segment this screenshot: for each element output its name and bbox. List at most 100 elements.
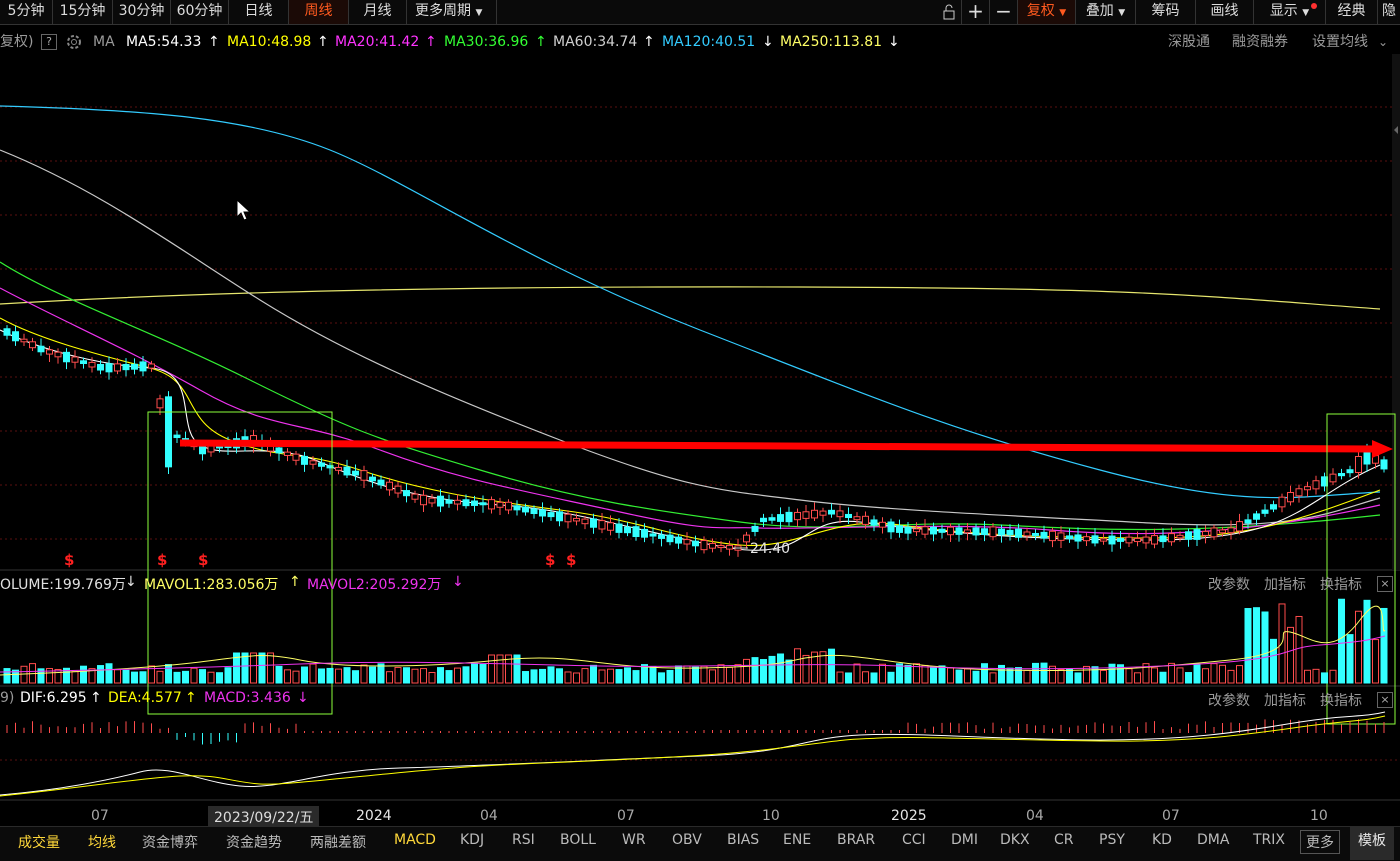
tab-cci[interactable]: CCI: [902, 832, 926, 848]
volume-bar: [309, 663, 317, 684]
period-15min[interactable]: 15分钟: [53, 0, 113, 24]
tab-dkx[interactable]: DKX: [1000, 832, 1030, 848]
tab-psy[interactable]: PSY: [1099, 832, 1125, 848]
candle: [1278, 496, 1286, 508]
volume-bar: [369, 666, 376, 684]
volume-bar: [1023, 669, 1031, 684]
period-30min[interactable]: 30分钟: [113, 0, 171, 24]
display-dropdown[interactable]: 显示 ▼: [1254, 0, 1326, 24]
tab-rsi[interactable]: RSI: [512, 832, 535, 848]
candle: [1304, 486, 1311, 491]
tab-more[interactable]: 更多: [1300, 830, 1340, 854]
candle: [29, 341, 36, 349]
tab-trix[interactable]: TRIX: [1253, 832, 1285, 848]
candle: [1151, 535, 1158, 545]
dif-line: [0, 711, 1386, 796]
tab-wr[interactable]: WR: [622, 832, 646, 848]
zoom-out-icon[interactable]: −: [990, 0, 1018, 24]
candle: [301, 455, 308, 465]
candle: [63, 351, 70, 363]
tab-template[interactable]: 模板: [1350, 827, 1394, 860]
candle: [292, 453, 300, 461]
volume-switch-indicator[interactable]: 换指标: [1320, 574, 1362, 594]
tab-kdj[interactable]: KDJ: [460, 832, 484, 848]
tab-ma[interactable]: 均线: [88, 832, 116, 852]
period-monthly[interactable]: 月线: [349, 0, 407, 24]
candle: [148, 363, 155, 369]
ma10-arrow: ↑: [317, 34, 329, 50]
candle: [913, 528, 920, 533]
s-marker: $: [566, 551, 576, 569]
candle: [1074, 534, 1082, 542]
candle: [675, 536, 682, 544]
volume-bar: [258, 652, 266, 684]
link-set-ma[interactable]: 设置均线: [1312, 30, 1368, 54]
candle: [199, 445, 206, 455]
volume-bar: [794, 648, 801, 684]
tab-boll[interactable]: BOLL: [560, 832, 596, 848]
volume-bar: [666, 669, 674, 684]
volume-bar: [853, 663, 861, 684]
volume-bar: [250, 652, 257, 684]
candle: [836, 510, 844, 518]
candle: [1108, 535, 1116, 545]
tab-kd[interactable]: KD: [1152, 832, 1172, 848]
stock-chart[interactable]: $ $ $ $ $ 24.40: [0, 54, 1400, 826]
candle: [37, 345, 45, 353]
link-margin-trading[interactable]: 融资融券: [1232, 30, 1288, 54]
tab-macd[interactable]: MACD: [394, 832, 436, 848]
help-icon[interactable]: ?: [41, 34, 57, 50]
dea-line: [0, 715, 1386, 797]
candle: [20, 338, 28, 343]
close-icon[interactable]: ×: [1377, 692, 1393, 708]
volume-bar: [692, 666, 699, 684]
tab-volume[interactable]: 成交量: [18, 832, 60, 852]
link-hk-connect[interactable]: 深股通: [1168, 30, 1210, 54]
period-5min[interactable]: 5分钟: [0, 0, 53, 24]
tab-obv[interactable]: OBV: [672, 832, 702, 848]
ma5-arrow: ↑: [208, 34, 220, 50]
candle: [3, 328, 11, 336]
ma30-value: MA30:36.96: [444, 34, 529, 50]
tab-cr[interactable]: CR: [1054, 832, 1074, 848]
period-more-dropdown[interactable]: 更多周期 ▼: [407, 0, 497, 24]
overlay-dropdown[interactable]: 叠加 ▼: [1076, 0, 1136, 24]
candle: [488, 499, 495, 510]
adjust-dropdown[interactable]: 复权 ▼: [1018, 0, 1076, 24]
macd-add-indicator[interactable]: 加指标: [1264, 690, 1306, 710]
period-weekly[interactable]: 周线: [289, 0, 349, 24]
chips-button[interactable]: 筹码: [1136, 0, 1196, 24]
volume-bar: [921, 664, 929, 684]
volume-edit-params[interactable]: 改参数: [1208, 574, 1250, 594]
hide-button[interactable]: 隐: [1378, 0, 1400, 24]
tab-dmi[interactable]: DMI: [951, 832, 978, 848]
macd-edit-params[interactable]: 改参数: [1208, 690, 1250, 710]
lock-icon[interactable]: [936, 0, 962, 24]
draw-line-button[interactable]: 画线: [1196, 0, 1254, 24]
macd-switch-indicator[interactable]: 换指标: [1320, 690, 1362, 710]
tab-ene[interactable]: ENE: [783, 832, 811, 848]
volume-add-indicator[interactable]: 加指标: [1264, 574, 1306, 594]
candle: [1066, 535, 1073, 540]
tab-capital-game[interactable]: 资金博弈: [142, 832, 198, 852]
period-daily[interactable]: 日线: [229, 0, 289, 24]
candle: [692, 540, 699, 547]
tab-dma[interactable]: DMA: [1197, 832, 1229, 848]
candle: [921, 526, 929, 535]
volume-bar: [1040, 662, 1048, 684]
candle: [1134, 537, 1141, 543]
candle: [938, 528, 946, 533]
tab-bias[interactable]: BIAS: [727, 832, 759, 848]
period-60min[interactable]: 60分钟: [171, 0, 229, 24]
candle: [335, 466, 342, 471]
tab-margin-diff[interactable]: 两融差额: [310, 832, 366, 852]
volume-bar: [360, 664, 368, 684]
chevron-down-icon[interactable]: ⌄: [1378, 30, 1388, 54]
classic-button[interactable]: 经典: [1326, 0, 1378, 24]
zoom-in-icon[interactable]: +: [962, 0, 990, 24]
close-icon[interactable]: ×: [1377, 576, 1393, 592]
tab-brar[interactable]: BRAR: [837, 832, 875, 848]
tab-capital-trend[interactable]: 资金趋势: [226, 832, 282, 852]
candle: [1100, 538, 1107, 542]
candle: [131, 363, 138, 370]
